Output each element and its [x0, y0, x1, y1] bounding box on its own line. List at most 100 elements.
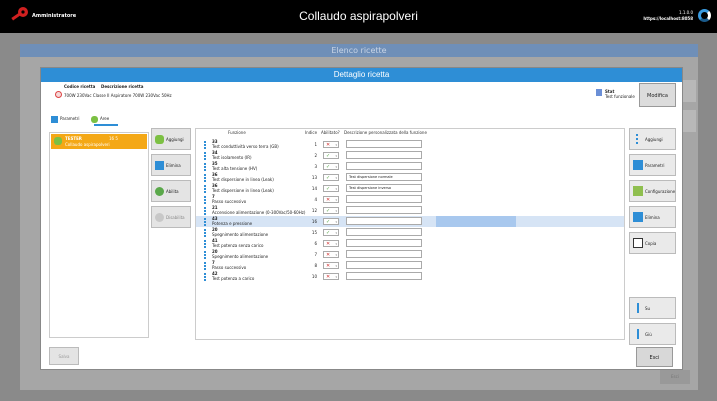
drag-handle-icon[interactable]	[204, 185, 206, 193]
enable-button[interactable]: Abilita	[151, 180, 191, 202]
drag-handle-icon[interactable]	[204, 163, 206, 171]
drag-handle-icon[interactable]	[204, 229, 206, 237]
area-item[interactable]: TESTER 16 5 Collaudo aspirapolveri	[51, 134, 147, 149]
button-label: Su	[645, 306, 651, 311]
disable-button[interactable]: Disabilita	[151, 206, 191, 228]
enabled-select[interactable]: ✕ ▾	[323, 262, 339, 269]
description-input[interactable]	[346, 228, 422, 236]
tab-label: Parametri	[60, 116, 80, 121]
description-input[interactable]	[346, 217, 422, 225]
button-label: Aggiungi	[645, 137, 663, 142]
tab-label: Aree	[100, 116, 110, 121]
function-index: 3	[314, 164, 317, 169]
function-index: 15	[311, 230, 317, 235]
parameters-button[interactable]: Parametri	[629, 154, 676, 176]
table-row[interactable]: 42 Test potenza a carico 10 ✕ ▾	[196, 271, 624, 282]
enabled-select[interactable]: ✓ ▾	[323, 152, 339, 159]
add-function-button[interactable]: Aggiungi	[629, 128, 676, 150]
drag-handle-icon[interactable]	[204, 273, 206, 281]
enabled-select[interactable]: ✓ ▾	[323, 163, 339, 170]
disabled-shield-icon	[155, 213, 164, 222]
table-row[interactable]: 20 Spegnimento alimentazione 7 ✕ ▾	[196, 249, 624, 260]
description-input[interactable]	[346, 140, 422, 148]
enabled-select[interactable]: ✓ ▾	[323, 185, 339, 192]
table-row[interactable]: 21 Accensione alimentazione (0-300Vac/50-…	[196, 205, 624, 216]
tab-parametri[interactable]: Parametri	[51, 113, 79, 124]
table-row[interactable]: 43 Potenza e pressione 16 ✓ ▾	[196, 216, 624, 227]
configuration-button[interactable]: Configurazione	[629, 180, 676, 202]
button-label: Disabilita	[166, 215, 185, 220]
delete-icon	[633, 212, 643, 222]
button-label: Aggiungi	[166, 137, 184, 142]
column-header-abilitato: Abilitato?	[321, 130, 340, 135]
function-actions: Aggiungi Parametri Configurazione Elimin…	[629, 128, 676, 345]
table-row[interactable]: 7 Passo successivo 8 ✕ ▾	[196, 260, 624, 271]
drag-handle-icon[interactable]	[204, 262, 206, 270]
drag-handle-icon[interactable]	[204, 218, 206, 226]
enabled-select[interactable]: ✓ ▾	[323, 229, 339, 236]
recipe-code-label: Codice ricetta	[64, 84, 96, 89]
exit-button[interactable]: Esci	[636, 347, 673, 367]
add-area-button[interactable]: Aggiungi	[151, 128, 191, 150]
function-name: Test dispersione in linea (Leak)	[212, 188, 274, 193]
table-row[interactable]: 36 Test dispersione in linea (Leak) 13 ✓ ▾ Te…	[196, 172, 624, 183]
recipe-info: Codice ricetta Descrizione ricetta 700W …	[49, 83, 674, 107]
background-window-title: Elenco ricette	[20, 44, 698, 57]
enabled-select[interactable]: ✕ ▾	[323, 196, 339, 203]
description-input[interactable]	[346, 206, 422, 214]
chevron-down-icon: ▾	[335, 198, 337, 202]
table-row[interactable]: 7 Passo successivo 4 ✕ ▾	[196, 194, 624, 205]
save-button[interactable]: Salva	[49, 347, 79, 365]
delete-function-button[interactable]: Elimina	[629, 206, 676, 228]
button-label: Copia	[645, 241, 657, 246]
delete-icon	[155, 161, 164, 170]
drag-handle-icon[interactable]	[204, 207, 206, 215]
button-label: Elimina	[166, 163, 181, 168]
description-input[interactable]	[346, 151, 422, 159]
drag-handle-icon[interactable]	[204, 251, 206, 259]
table-row[interactable]: 35 Test alta tensione (HV) 3 ✓ ▾	[196, 161, 624, 172]
status-value: Test funzionale	[605, 94, 635, 99]
enabled-select[interactable]: ✓ ▾	[323, 218, 339, 225]
move-up-button[interactable]: Su	[629, 297, 676, 319]
enabled-select[interactable]: ✓ ▾	[323, 207, 339, 214]
description-input[interactable]	[346, 261, 422, 269]
table-row[interactable]: 34 Test isolamento (IR) 2 ✓ ▾	[196, 150, 624, 161]
enabled-select[interactable]: ✕ ▾	[323, 251, 339, 258]
tab-aree[interactable]: Aree	[91, 113, 109, 124]
table-row[interactable]: 33 Test conduttività verso terra (GB) 1 ✕ ▾	[196, 139, 624, 150]
drag-handle-icon[interactable]	[204, 196, 206, 204]
column-header-descrizione: Descrizione personalizzata della funzion…	[344, 130, 427, 135]
description-input[interactable]	[346, 239, 422, 247]
description-input[interactable]	[346, 195, 422, 203]
enabled-select[interactable]: ✕ ▾	[323, 273, 339, 280]
function-name: Accensione alimentazione (0-300Vac/50-60…	[212, 210, 306, 215]
function-name: Test potenza a carico	[212, 276, 255, 281]
copy-button[interactable]: Copia	[629, 232, 676, 254]
connection-status-icon	[698, 9, 711, 22]
drag-handle-icon[interactable]	[204, 240, 206, 248]
drag-handle-icon[interactable]	[204, 174, 206, 182]
enabled-select[interactable]: ✕ ▾	[323, 240, 339, 247]
function-index: 8	[314, 263, 317, 268]
button-label: Configurazione	[645, 189, 676, 194]
table-row[interactable]: 41 Test potenza senza carico 6 ✕ ▾	[196, 238, 624, 249]
table-row[interactable]: 20 Spegnimento alimentazione 15 ✓ ▾	[196, 227, 624, 238]
modify-button[interactable]: Modifica	[639, 83, 676, 107]
area-icon	[91, 115, 98, 123]
chevron-down-icon: ▾	[335, 231, 337, 235]
description-input[interactable]: Test dispersione inverso	[346, 184, 422, 192]
delete-area-button[interactable]: Elimina	[151, 154, 191, 176]
enabled-select[interactable]: ✕ ▾	[323, 141, 339, 148]
description-input[interactable]: Test dispersione normale	[346, 173, 422, 181]
table-row[interactable]: 36 Test dispersione in linea (Leak) 14 ✓ ▾ Te…	[196, 183, 624, 194]
drag-handle-icon[interactable]	[204, 141, 206, 149]
move-down-button[interactable]: Giù	[629, 323, 676, 345]
description-input[interactable]	[346, 272, 422, 280]
enabled-select[interactable]: ✓ ▾	[323, 174, 339, 181]
button-label: Giù	[645, 332, 652, 337]
description-input[interactable]	[346, 250, 422, 258]
tab-bar: Parametri Aree	[51, 113, 131, 126]
description-input[interactable]	[346, 162, 422, 170]
drag-handle-icon[interactable]	[204, 152, 206, 160]
